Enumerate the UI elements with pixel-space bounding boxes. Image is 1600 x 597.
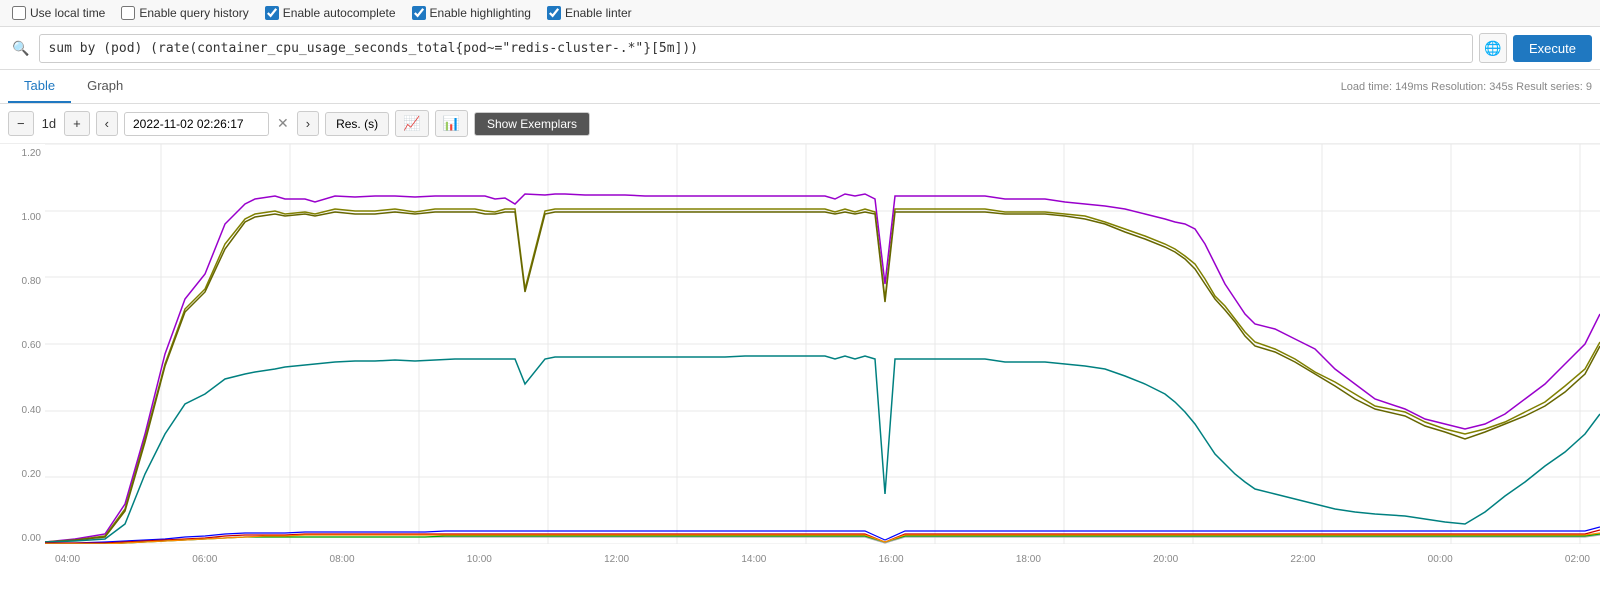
chart-area: 1.20 1.00 0.80 0.60 0.40 0.20 0.00 [0,144,1600,574]
x-label-1200: 12:00 [604,554,629,565]
enable-autocomplete-checkbox[interactable] [265,6,279,20]
enable-autocomplete-toggle[interactable]: Enable autocomplete [265,6,396,20]
y-label-120: 1.20 [22,148,41,159]
plus-button[interactable]: + [64,111,90,136]
duration-label: 1d [40,116,58,131]
use-local-time-checkbox[interactable] [12,6,26,20]
y-label-000: 0.00 [22,533,41,544]
clear-datetime-button[interactable]: ✕ [275,115,291,132]
minus-button[interactable]: − [8,111,34,136]
x-label-1000: 10:00 [467,554,492,565]
tabs-left: Table Graph [8,70,139,103]
y-label-040: 0.40 [22,405,41,416]
next-button[interactable]: › [297,111,319,136]
y-label-100: 1.00 [22,212,41,223]
tab-graph[interactable]: Graph [71,70,139,103]
x-label-1400: 14:00 [741,554,766,565]
enable-query-history-toggle[interactable]: Enable query history [121,6,248,20]
prev-button[interactable]: ‹ [96,111,118,136]
tab-meta: Load time: 149ms Resolution: 345s Result… [1341,73,1592,101]
enable-linter-checkbox[interactable] [547,6,561,20]
search-row: 🔍 🌐 Execute [0,27,1600,70]
x-label-0800: 08:00 [330,554,355,565]
show-exemplars-button[interactable]: Show Exemplars [474,112,590,136]
enable-highlighting-label: Enable highlighting [430,6,531,20]
enable-linter-toggle[interactable]: Enable linter [547,6,632,20]
query-input[interactable] [39,34,1473,63]
x-label-1800: 18:00 [1016,554,1041,565]
enable-linter-label: Enable linter [565,6,632,20]
x-label-0000: 00:00 [1428,554,1453,565]
x-label-0600: 06:00 [192,554,217,565]
x-label-2200: 22:00 [1290,554,1315,565]
enable-highlighting-checkbox[interactable] [412,6,426,20]
tabs-row: Table Graph Load time: 149ms Resolution:… [0,70,1600,104]
x-axis: 04:00 06:00 08:00 10:00 12:00 14:00 16:0… [45,544,1600,574]
enable-query-history-checkbox[interactable] [121,6,135,20]
line-chart-icon-button[interactable]: 📈 [395,110,428,137]
toolbar: Use local time Enable query history Enab… [0,0,1600,27]
search-icon: 🔍 [8,40,33,57]
execute-button[interactable]: Execute [1513,35,1592,62]
x-label-2000: 20:00 [1153,554,1178,565]
x-label-0200: 02:00 [1565,554,1590,565]
chart-svg [45,144,1600,544]
datetime-input[interactable] [124,112,269,136]
y-axis: 1.20 1.00 0.80 0.60 0.40 0.20 0.00 [0,144,45,544]
y-label-060: 0.60 [22,340,41,351]
globe-button[interactable]: 🌐 [1479,33,1507,63]
tab-table[interactable]: Table [8,70,71,103]
enable-query-history-label: Enable query history [139,6,248,20]
y-label-080: 0.80 [22,276,41,287]
enable-highlighting-toggle[interactable]: Enable highlighting [412,6,531,20]
y-label-020: 0.20 [22,469,41,480]
bar-chart-icon-button[interactable]: 📊 [435,110,468,137]
chart-inner [45,144,1600,544]
x-label-1600: 16:00 [879,554,904,565]
use-local-time-label: Use local time [30,6,105,20]
enable-autocomplete-label: Enable autocomplete [283,6,396,20]
x-label-0400: 04:00 [55,554,80,565]
controls-row: − 1d + ‹ ✕ › Res. (s) 📈 📊 Show Exemplars [0,104,1600,144]
use-local-time-toggle[interactable]: Use local time [12,6,105,20]
res-button[interactable]: Res. (s) [325,112,389,136]
